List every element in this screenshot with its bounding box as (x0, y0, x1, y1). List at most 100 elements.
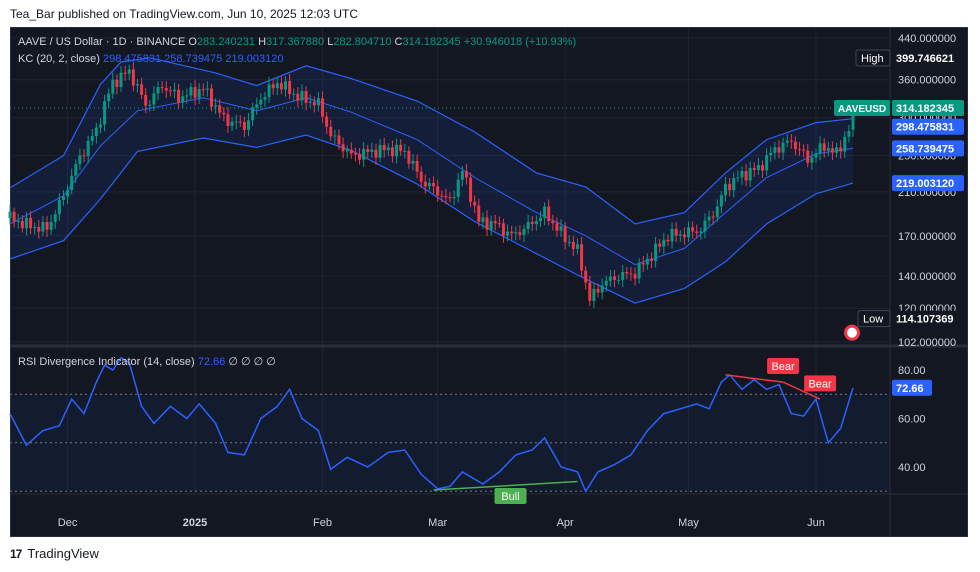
price-tick-label: 170.000000 (898, 231, 956, 243)
candle-body (374, 149, 378, 158)
candle-body (592, 288, 596, 301)
candle-body (53, 214, 57, 222)
candle-body (66, 190, 70, 197)
price-tick-label: 360.000000 (898, 75, 956, 87)
rsi-pane[interactable]: 40.00 60.00 80.00 Bull Bear Bear (9, 356, 926, 505)
price-tick-label: 140.000000 (898, 271, 956, 283)
footer-brand[interactable]: 17 TradingView (10, 546, 99, 561)
candle-body (625, 272, 629, 274)
candle-body (822, 143, 826, 151)
candle-body (703, 220, 707, 232)
candle-body (736, 177, 740, 179)
us-flag-icon-inner (847, 327, 857, 338)
candle-body (440, 195, 444, 197)
candle-body (608, 276, 612, 281)
candle-body (358, 154, 362, 160)
candle-body (724, 183, 728, 196)
time-tick-label: 2025 (183, 517, 207, 529)
candle-body (201, 89, 205, 91)
candle-body (78, 155, 82, 165)
candle-body (205, 88, 209, 90)
candle-body (288, 81, 292, 95)
candle-body (177, 89, 181, 103)
candle-body (629, 273, 633, 275)
candle-body (345, 149, 349, 152)
candle-body (403, 150, 407, 152)
kc-label: KC (20, 2, close) (18, 53, 100, 65)
candle-body (304, 91, 308, 103)
candle-body (16, 220, 20, 222)
candle-body (49, 221, 53, 230)
candle-body (20, 220, 24, 229)
kc-mid-badge: 258.739475 (896, 143, 954, 155)
candle-body (8, 211, 12, 219)
candle-body (255, 104, 259, 108)
candle-body (156, 87, 160, 94)
candle-body (41, 222, 45, 232)
candle-body (633, 274, 637, 279)
candle-body (423, 181, 427, 187)
rsi-tick-label: 60.00 (898, 414, 926, 426)
candle-body (481, 217, 485, 222)
candle-body (621, 272, 625, 280)
candle-body (563, 226, 567, 243)
candle-body (538, 217, 542, 222)
candle-body (115, 79, 119, 87)
rsi-extras: ∅ ∅ ∅ ∅ (228, 356, 276, 368)
kc-mid-value: 258.739475 (164, 53, 223, 65)
candle-body (514, 232, 518, 234)
symbol-legend[interactable]: AAVE / US Dollar · 1D · BINANCE O283.240… (18, 36, 576, 48)
candle-body (641, 263, 645, 265)
candle-body (654, 243, 658, 261)
candle-body (773, 147, 777, 153)
rsi-legend[interactable]: RSI Divergence Indicator (14, close) 72.… (18, 355, 276, 368)
kc-fill (10, 57, 853, 304)
candle-body (119, 72, 123, 87)
candle-body (518, 232, 522, 235)
candle-body (263, 97, 267, 100)
candle-body (600, 285, 604, 293)
candle-body (769, 152, 773, 156)
candle-body (366, 149, 370, 152)
tradingview-logo-icon: 17 (10, 546, 22, 561)
candle-body (526, 221, 530, 229)
time-tick-label: Jun (807, 517, 825, 529)
candle-body (798, 149, 802, 151)
candle-body (604, 280, 608, 286)
change-value: +30.946018 (+10.93%) (463, 36, 577, 48)
candle-body (793, 141, 797, 150)
candle-body (152, 93, 156, 105)
chart-svg[interactable]: 102.000000120.000000140.000000170.000000… (0, 0, 980, 572)
candle-body (732, 178, 736, 191)
candle-body (296, 93, 300, 101)
time-axis[interactable]: Dec 2025 Feb Mar Apr May Jun (58, 517, 825, 529)
candle-body (617, 279, 621, 281)
candle-body (670, 228, 674, 242)
candle-body (300, 91, 304, 101)
candle-body (242, 122, 246, 130)
candle-body (271, 84, 275, 89)
candle-body (522, 228, 526, 235)
kc-legend[interactable]: KC (20, 2, close) 298.475831 258.739475 … (18, 53, 283, 65)
candle-body (214, 105, 218, 107)
candle-body (160, 87, 164, 89)
candle-body (658, 243, 662, 247)
candle-body (485, 217, 489, 230)
candle-body (86, 140, 90, 157)
candle-body (12, 211, 16, 222)
rsi-tick-label: 40.00 (898, 462, 926, 474)
candle-body (395, 144, 399, 157)
candle-body (415, 160, 419, 172)
candle-body (649, 258, 653, 261)
candle-body (612, 276, 616, 280)
time-tick-label: Apr (557, 517, 574, 529)
candle-body (571, 241, 575, 249)
candle-body (785, 140, 789, 143)
candle-body (325, 116, 329, 127)
candle-body (123, 72, 127, 74)
candle-body (777, 147, 781, 153)
candle-body (814, 153, 818, 158)
candle-body (534, 221, 538, 225)
time-tick-label: Mar (428, 517, 447, 529)
candle-body (596, 288, 600, 293)
